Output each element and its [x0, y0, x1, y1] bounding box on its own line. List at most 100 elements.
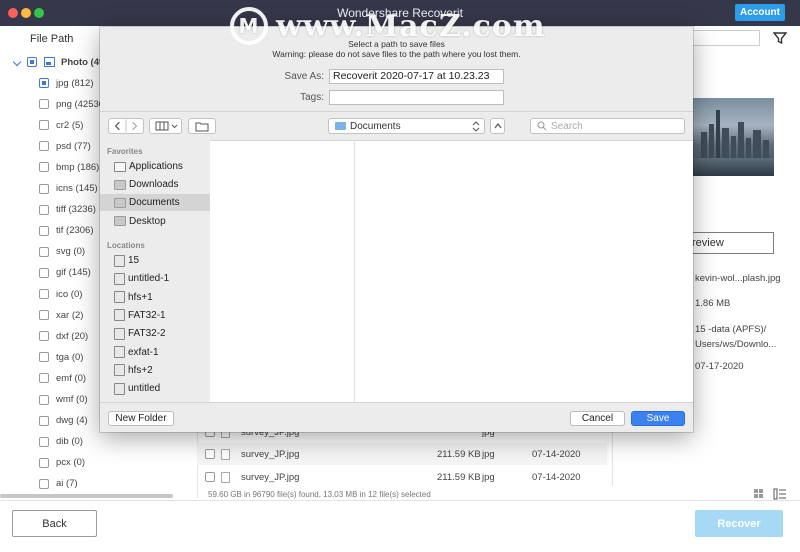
sidebar-item[interactable]: wmf (0) [39, 391, 88, 409]
sidebar-item[interactable]: jpg (812) [39, 74, 94, 92]
nav-back-icon[interactable] [114, 121, 120, 131]
location-item[interactable]: hfs+2 [100, 362, 210, 379]
nav-forward-icon[interactable] [132, 121, 138, 131]
sidebar-item[interactable]: svg (0) [39, 243, 85, 261]
sidebar-item-checkbox[interactable] [39, 457, 49, 468]
disk-icon [114, 272, 125, 285]
applications-icon [114, 161, 126, 172]
recover-button[interactable]: Recover [695, 510, 783, 537]
sidebar-item-checkbox[interactable] [39, 78, 49, 88]
watermark: M www.MacZ.com [230, 4, 546, 48]
sidebar-item[interactable]: tiff (3236) [39, 201, 96, 219]
grid-view-icon[interactable] [754, 489, 763, 498]
location-item[interactable]: untitled [100, 380, 210, 397]
location-item[interactable]: FAT32-2 [100, 325, 210, 342]
sidebar-item[interactable]: gif (145) [39, 264, 91, 282]
file-path-tab[interactable]: File Path [30, 33, 73, 45]
save-as-field[interactable]: Recoverit 2020-07-17 at 10.23.23 [329, 69, 504, 84]
sidebar-item[interactable]: tga (0) [39, 348, 83, 366]
sidebar-item[interactable]: dwg (4) [39, 412, 88, 430]
sidebar-item[interactable]: png (42530) [39, 95, 107, 113]
favorites-heading: Favorites [107, 147, 143, 156]
dialog-search-field[interactable]: Search [530, 118, 685, 134]
sidebar-item[interactable]: emf (0) [39, 369, 86, 387]
filter-icon[interactable] [773, 31, 787, 45]
sidebar-item[interactable]: bmp (186) [39, 158, 99, 176]
sidebar-scrollbar[interactable] [0, 494, 173, 498]
tree-root-photo[interactable]: Photo (494 [0, 53, 110, 71]
sidebar-item-checkbox[interactable] [39, 289, 49, 299]
location-item[interactable]: 15 [100, 252, 210, 269]
sidebar-item-checkbox[interactable] [39, 120, 49, 131]
sidebar-item[interactable]: dib (0) [39, 433, 83, 451]
new-folder-toolbar-button[interactable] [188, 118, 216, 134]
sidebar-item-checkbox[interactable] [39, 310, 49, 321]
chevron-down-icon[interactable] [12, 57, 22, 67]
sidebar-item-checkbox[interactable] [39, 415, 49, 426]
preview-button[interactable]: review [691, 232, 774, 254]
cancel-button[interactable]: Cancel [570, 411, 625, 426]
sidebar-item-checkbox[interactable] [39, 162, 49, 173]
search-field[interactable] [692, 30, 760, 46]
sidebar-item[interactable]: dxf (20) [39, 327, 88, 345]
collapse-button[interactable] [490, 118, 505, 134]
file-browser-pane[interactable] [210, 140, 693, 402]
sidebar-item-checkbox[interactable] [39, 267, 49, 278]
folder-icon [114, 216, 126, 227]
favorite-item[interactable]: Applications [100, 158, 210, 175]
row-name: survey_JP.jpg [241, 471, 300, 483]
sidebar-item[interactable]: cr2 (5) [39, 116, 83, 134]
sidebar-item-checkbox[interactable] [39, 246, 49, 257]
sidebar-item-checkbox[interactable] [39, 183, 49, 194]
location-item-label: FAT32-1 [128, 309, 166, 321]
location-select[interactable]: Documents [328, 118, 485, 134]
sidebar-item-checkbox[interactable] [39, 204, 49, 215]
root-checkbox[interactable] [27, 57, 37, 67]
sidebar-item-checkbox[interactable] [39, 141, 49, 152]
location-item[interactable]: exfat-1 [100, 344, 210, 361]
sidebar-item[interactable]: ai (7) [39, 475, 78, 493]
sidebar-item-checkbox[interactable] [39, 394, 49, 405]
location-item[interactable]: untitled-1 [100, 270, 210, 287]
tags-label: Tags: [300, 92, 324, 103]
folder-icon [114, 179, 126, 190]
location-item-label: 15 [128, 255, 140, 266]
sidebar-item[interactable]: tif (2306) [39, 222, 94, 240]
sidebar-item-checkbox[interactable] [39, 99, 49, 110]
table-row[interactable]: survey_JP.jpg 211.59 KB jpg 07-14-2020 [197, 466, 607, 488]
back-button[interactable]: Back [12, 510, 97, 537]
save-button[interactable]: Save [631, 411, 685, 426]
sidebar-item-checkbox[interactable] [39, 373, 49, 384]
list-view-icon[interactable] [773, 488, 786, 500]
new-folder-button[interactable]: New Folder [108, 411, 174, 426]
sidebar-item[interactable]: pcx (0) [39, 454, 85, 472]
tags-field[interactable] [329, 90, 504, 105]
sidebar-item-checkbox[interactable] [39, 436, 49, 447]
location-item-label: hfs+2 [128, 364, 153, 376]
disk-icon [114, 309, 125, 322]
table-row[interactable]: survey_JP.jpg 211.59 KB jpg 07-14-2020 [197, 443, 607, 465]
favorite-item-label: Desktop [129, 215, 166, 227]
sidebar-item-checkbox[interactable] [39, 331, 49, 342]
sidebar-item[interactable]: xar (2) [39, 306, 83, 324]
location-item[interactable]: FAT32-1 [100, 307, 210, 324]
view-mode-button[interactable] [149, 118, 182, 134]
favorite-item[interactable]: Desktop [100, 213, 210, 230]
sidebar-item[interactable]: icns (145) [39, 180, 98, 198]
sidebar-item-checkbox[interactable] [39, 478, 49, 489]
row-name: survey_JP.jpg [241, 448, 300, 460]
location-item-label: untitled [128, 383, 161, 395]
sidebar-item-checkbox[interactable] [39, 225, 49, 236]
sidebar-item-checkbox[interactable] [39, 352, 49, 363]
account-button[interactable]: Account [735, 4, 785, 21]
disk-icon [114, 291, 125, 304]
favorite-item[interactable]: Documents [100, 194, 210, 212]
scan-status: 59.60 GB in 96790 file(s) found, 13.03 M… [208, 490, 431, 499]
location-item[interactable]: hfs+1 [100, 289, 210, 306]
favorite-item[interactable]: Downloads [100, 176, 210, 193]
sidebar-item-label: dib (0) [56, 436, 83, 448]
sidebar-item[interactable]: psd (77) [39, 137, 91, 155]
row-checkbox[interactable] [205, 449, 215, 459]
sidebar-item[interactable]: ico (0) [39, 285, 82, 303]
row-checkbox[interactable] [205, 472, 215, 482]
